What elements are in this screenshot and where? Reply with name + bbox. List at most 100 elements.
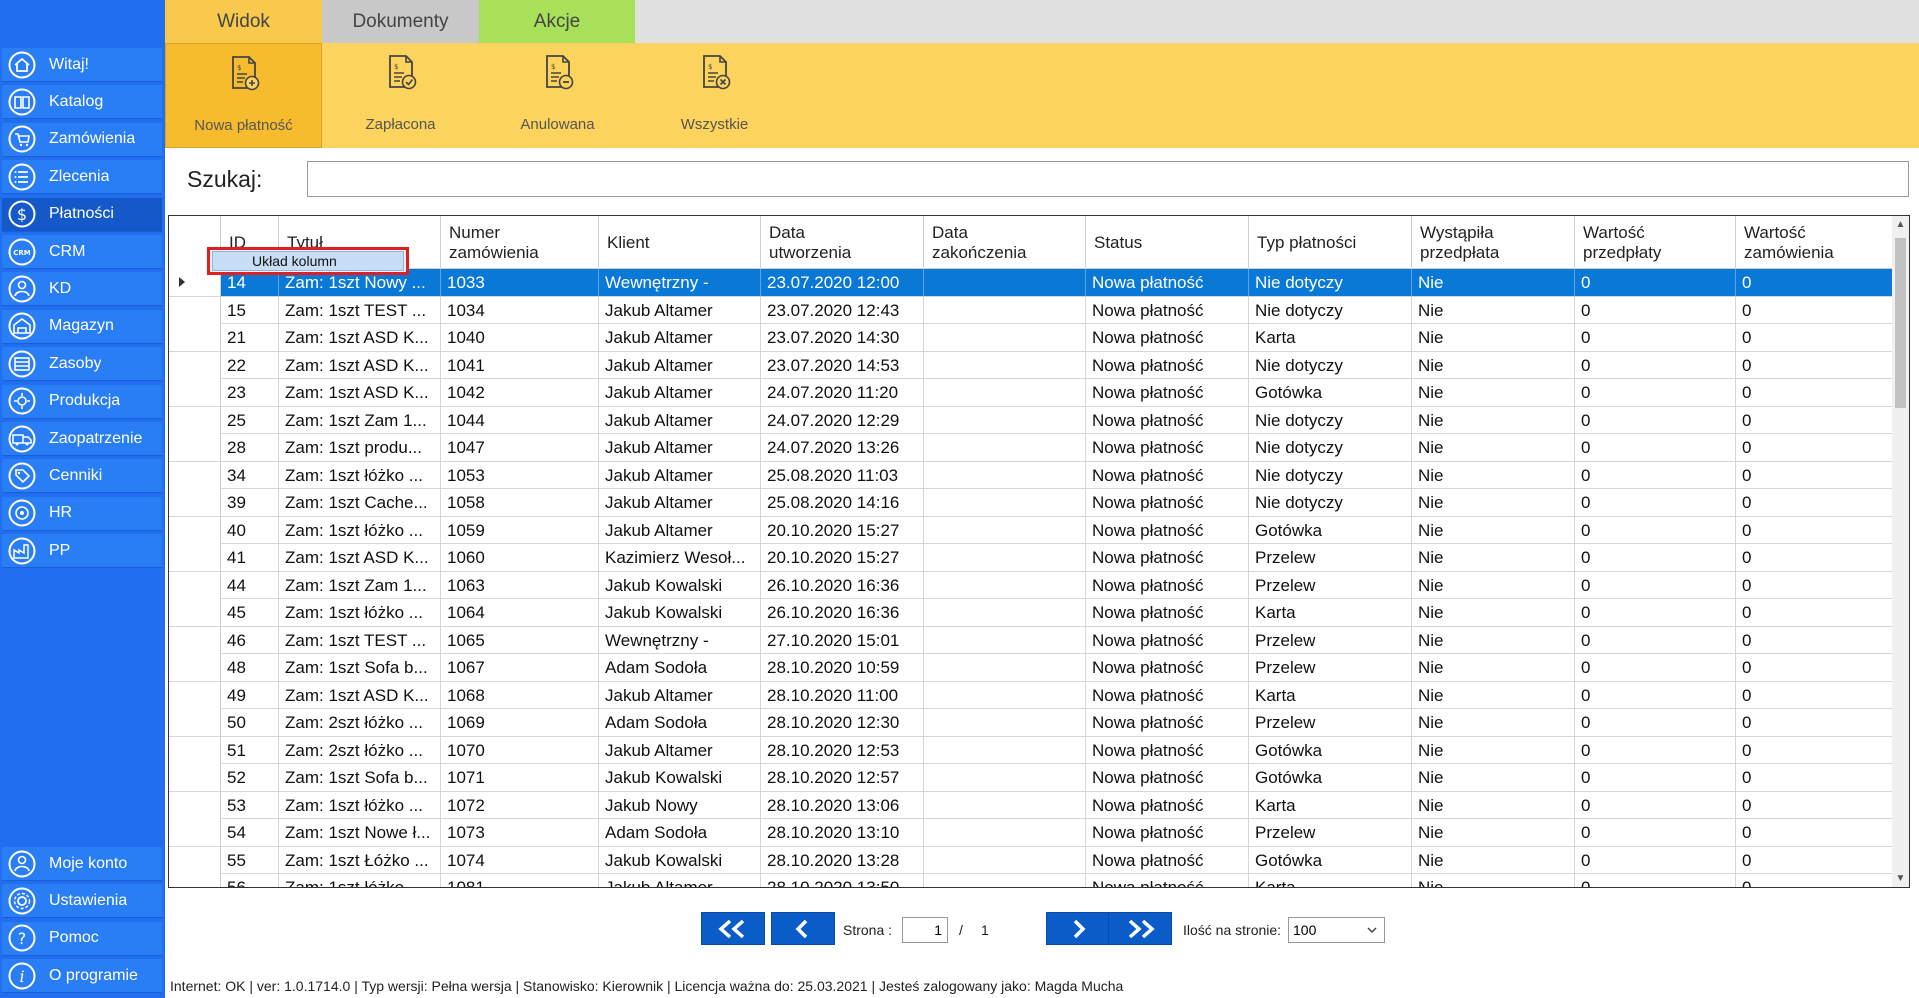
table-cell[interactable]: 22 xyxy=(221,351,279,379)
table-cell[interactable]: 0 xyxy=(1575,434,1736,461)
table-cell[interactable]: Zam: 2szt łóżko ... xyxy=(279,736,441,764)
row-header[interactable] xyxy=(169,736,221,764)
table-cell[interactable]: Zam: 1szt łóżko ... xyxy=(279,599,441,626)
table-cell[interactable]: Zam: 1szt Nowe ł... xyxy=(279,819,441,846)
table-cell[interactable]: Zam: 1szt TEST ... xyxy=(279,626,441,654)
table-cell[interactable]: Jakub Altamer xyxy=(599,516,761,544)
table-cell[interactable] xyxy=(924,571,1086,599)
table-cell[interactable]: 1074 xyxy=(441,846,599,874)
table-cell[interactable]: Nowa płatność xyxy=(1086,599,1249,626)
table-cell[interactable]: 1070 xyxy=(441,736,599,764)
sidebar-item-o-programie[interactable]: i O programie xyxy=(2,959,162,994)
row-header[interactable] xyxy=(169,874,221,887)
table-row[interactable]: 56 Zam: 1szt łóżko ... 1081 Jakub Altamer 28… xyxy=(169,874,1894,887)
table-cell[interactable]: 0 xyxy=(1575,791,1736,819)
table-cell[interactable]: Nie dotyczy xyxy=(1249,296,1412,324)
table-cell[interactable]: 0 xyxy=(1736,489,1894,516)
table-cell[interactable]: Zam: 1szt Sofa b... xyxy=(279,654,441,681)
table-cell[interactable]: 0 xyxy=(1575,379,1736,406)
table-cell[interactable]: 40 xyxy=(221,516,279,544)
table-cell[interactable]: Nie xyxy=(1412,351,1575,379)
table-row[interactable]: 49 Zam: 1szt ASD K... 1068 Jakub Altamer 28.… xyxy=(169,681,1894,709)
table-cell[interactable]: Karta xyxy=(1249,874,1412,887)
table-cell[interactable]: Nowa płatność xyxy=(1086,846,1249,874)
table-cell[interactable]: Nie xyxy=(1412,296,1575,324)
table-cell[interactable]: Nie xyxy=(1412,654,1575,681)
table-cell[interactable]: 1071 xyxy=(441,764,599,791)
table-cell[interactable]: 44 xyxy=(221,571,279,599)
table-row[interactable]: 52 Zam: 1szt Sofa b... 1071 Jakub Kowalski 2… xyxy=(169,764,1894,792)
table-cell[interactable]: 1044 xyxy=(441,406,599,434)
table-cell[interactable]: 0 xyxy=(1736,654,1894,681)
table-cell[interactable] xyxy=(924,846,1086,874)
table-cell[interactable]: 21 xyxy=(221,324,279,351)
table-cell[interactable]: 23.07.2020 12:43 xyxy=(761,296,924,324)
first-page-button[interactable] xyxy=(701,912,765,945)
table-cell[interactable]: 0 xyxy=(1736,324,1894,351)
table-cell[interactable]: 46 xyxy=(221,626,279,654)
table-cell[interactable]: 1063 xyxy=(441,571,599,599)
table-cell[interactable]: 28.10.2020 11:00 xyxy=(761,681,924,709)
table-cell[interactable]: Przelew xyxy=(1249,654,1412,681)
table-cell[interactable]: Nie xyxy=(1412,489,1575,516)
table-cell[interactable]: 0 xyxy=(1575,764,1736,791)
row-header[interactable] xyxy=(169,489,221,516)
page-size-select[interactable]: 100 xyxy=(1288,917,1385,943)
table-cell[interactable]: Nowa płatność xyxy=(1086,874,1249,887)
table-cell[interactable]: Nowa płatność xyxy=(1086,791,1249,819)
table-cell[interactable]: Zam: 1szt Zam 1... xyxy=(279,571,441,599)
table-row[interactable]: 21 Zam: 1szt ASD K... 1040 Jakub Altamer 23.… xyxy=(169,324,1894,352)
table-cell[interactable]: Jakub Altamer xyxy=(599,489,761,516)
table-cell[interactable]: 48 xyxy=(221,654,279,681)
table-cell[interactable]: Nie xyxy=(1412,571,1575,599)
table-cell[interactable]: 0 xyxy=(1736,764,1894,791)
table-cell[interactable]: Zam: 1szt ASD K... xyxy=(279,351,441,379)
table-cell[interactable]: Przelew xyxy=(1249,819,1412,846)
column-header[interactable]: Wystąpiła przedpłata xyxy=(1412,216,1575,269)
table-cell[interactable]: Wewnętrzny - xyxy=(599,269,761,296)
table-cell[interactable]: 0 xyxy=(1736,269,1894,296)
table-cell[interactable]: Jakub Altamer xyxy=(599,461,761,489)
table-cell[interactable]: 0 xyxy=(1575,654,1736,681)
table-row[interactable]: 55 Zam: 1szt Łóżko ... 1074 Jakub Kowalski 2… xyxy=(169,846,1894,874)
table-cell[interactable]: Nowa płatność xyxy=(1086,461,1249,489)
table-cell[interactable]: 55 xyxy=(221,846,279,874)
sidebar-item-pomoc[interactable]: ? Pomoc xyxy=(2,921,162,956)
table-cell[interactable]: 0 xyxy=(1736,379,1894,406)
table-cell[interactable]: 0 xyxy=(1575,351,1736,379)
table-cell[interactable]: Przelew xyxy=(1249,709,1412,736)
table-cell[interactable]: 20.10.2020 15:27 xyxy=(761,544,924,571)
table-cell[interactable]: 1067 xyxy=(441,654,599,681)
table-cell[interactable]: Zam: 1szt ASD K... xyxy=(279,324,441,351)
table-cell[interactable]: Nowa płatność xyxy=(1086,351,1249,379)
table-cell[interactable]: 1065 xyxy=(441,626,599,654)
table-cell[interactable]: 0 xyxy=(1575,709,1736,736)
table-cell[interactable]: Nowa płatność xyxy=(1086,296,1249,324)
table-row[interactable]: 54 Zam: 1szt Nowe ł... 1073 Adam Sodoła 28.1… xyxy=(169,819,1894,847)
table-cell[interactable]: 23.07.2020 14:53 xyxy=(761,351,924,379)
row-header[interactable] xyxy=(169,846,221,874)
table-cell[interactable]: 54 xyxy=(221,819,279,846)
table-cell[interactable] xyxy=(924,654,1086,681)
table-cell[interactable]: Nowa płatność xyxy=(1086,379,1249,406)
next-page-button[interactable] xyxy=(1046,912,1110,945)
table-cell[interactable]: Jakub Nowy xyxy=(599,791,761,819)
table-cell[interactable]: Nie xyxy=(1412,544,1575,571)
table-cell[interactable]: Nie xyxy=(1412,681,1575,709)
table-cell[interactable]: Zam: 1szt produ... xyxy=(279,434,441,461)
table-cell[interactable]: 28.10.2020 13:06 xyxy=(761,791,924,819)
sidebar-item-crm[interactable]: CRM CRM xyxy=(2,235,162,269)
table-row[interactable]: 50 Zam: 2szt łóżko ... 1069 Adam Sodoła 28.1… xyxy=(169,709,1894,737)
table-cell[interactable]: 23.07.2020 14:30 xyxy=(761,324,924,351)
table-cell[interactable]: Przelew xyxy=(1249,626,1412,654)
table-cell[interactable]: Jakub Altamer xyxy=(599,379,761,406)
table-cell[interactable]: Zam: 1szt ASD K... xyxy=(279,379,441,406)
table-cell[interactable]: 0 xyxy=(1736,406,1894,434)
table-cell[interactable]: 0 xyxy=(1575,599,1736,626)
table-cell[interactable]: Nie xyxy=(1412,819,1575,846)
sidebar-item-zlecenia[interactable]: Zlecenia xyxy=(2,160,162,195)
column-header[interactable]: Wartość przedpłaty xyxy=(1575,216,1736,269)
table-cell[interactable]: Nie xyxy=(1412,379,1575,406)
table-cell[interactable]: 49 xyxy=(221,681,279,709)
row-header[interactable] xyxy=(169,461,221,489)
